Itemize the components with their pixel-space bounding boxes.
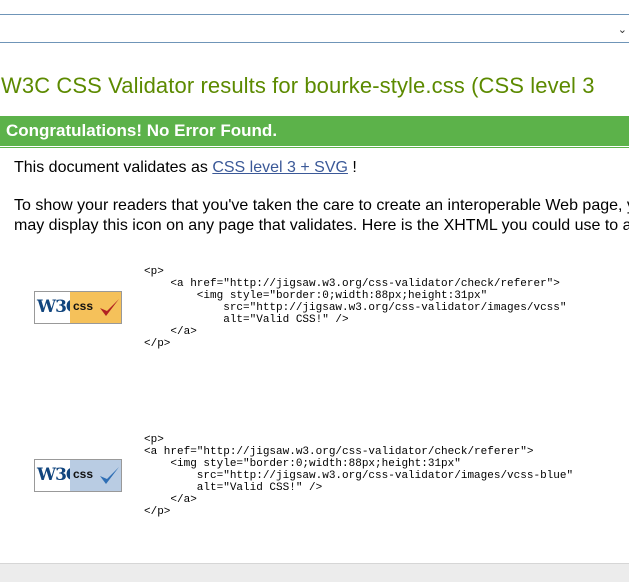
success-banner: Congratulations! No Error Found. — [0, 116, 629, 146]
validation-prefix: This document validates as — [14, 159, 213, 176]
badge-blue-html-snippet: <p> <a href="http://jigsaw.w3.org/css-va… — [144, 434, 574, 518]
validation-suffix: ! — [347, 159, 357, 176]
top-navigation-bar: ⌄ — [0, 14, 629, 43]
css-label: css — [73, 299, 94, 313]
banner-divider — [0, 147, 629, 148]
valid-css-blue-badge[interactable]: W3C css — [34, 459, 122, 492]
readers-instructions: To show your readers that you've taken t… — [14, 197, 629, 234]
css-panel: css — [70, 460, 121, 491]
css-label: css — [73, 467, 94, 481]
css-profile-link[interactable]: CSS level 3 + SVG — [212, 159, 348, 176]
css-panel: css — [70, 292, 121, 323]
success-message: Congratulations! No Error Found. — [6, 121, 278, 140]
checkmark-icon — [100, 299, 119, 316]
validation-statement: This document validates as CSS level 3 +… — [14, 159, 357, 177]
footer-bar — [0, 563, 629, 582]
checkmark-icon — [100, 467, 119, 484]
page-title: W3C CSS Validator results for bourke-sty… — [1, 73, 595, 98]
valid-css-badge[interactable]: W3C css — [34, 291, 122, 324]
chevron-down-icon[interactable]: ⌄ — [618, 23, 627, 36]
w3c-logo: W3C — [35, 460, 79, 491]
w3c-logo: W3C — [35, 292, 79, 323]
badge-html-snippet: <p> <a href="http://jigsaw.w3.org/css-va… — [144, 266, 567, 350]
